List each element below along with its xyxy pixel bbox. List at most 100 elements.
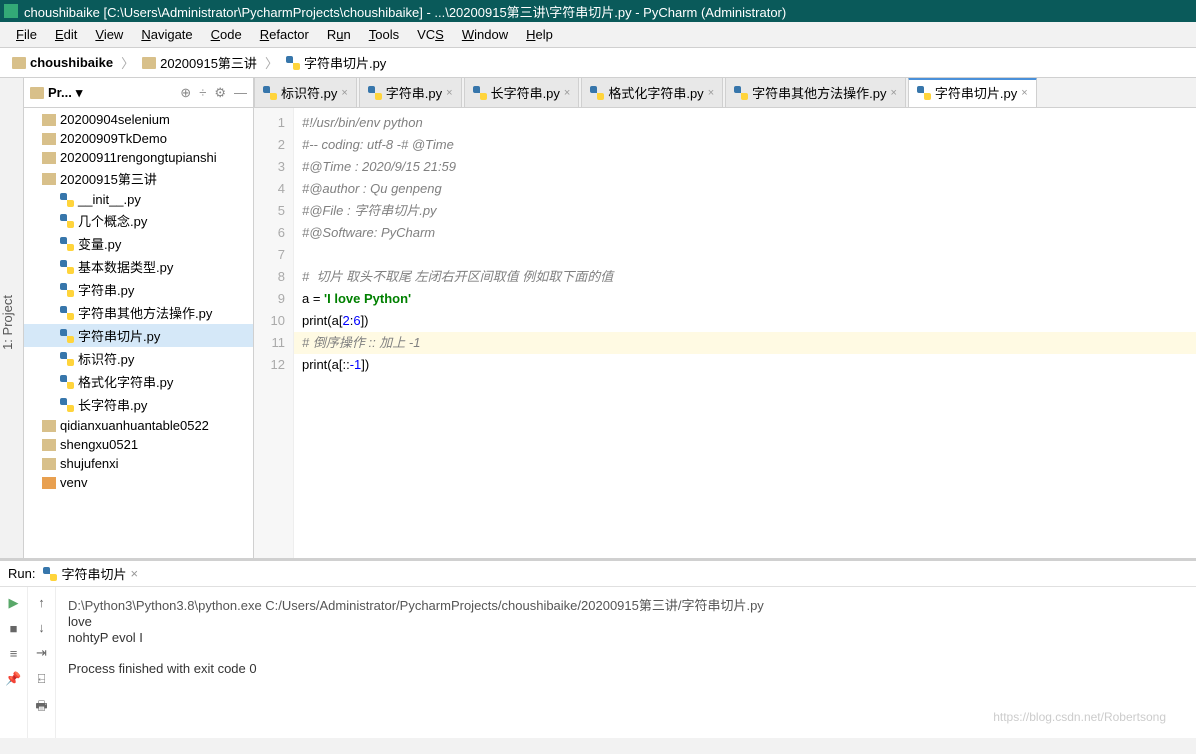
tree-node[interactable]: 20200909TkDemo bbox=[24, 129, 253, 148]
tree-label: 20200904selenium bbox=[60, 112, 170, 127]
tree-node[interactable]: 字符串.py bbox=[24, 278, 253, 301]
crumb-folder[interactable]: 20200915第三讲 bbox=[138, 51, 261, 74]
tree-node[interactable]: __init__.py bbox=[24, 190, 253, 209]
locate-icon[interactable]: ⊕ bbox=[180, 85, 191, 101]
run-tab[interactable]: 字符串切片 × bbox=[43, 564, 138, 583]
tree-node[interactable]: venv bbox=[24, 473, 253, 492]
folder-icon bbox=[42, 458, 56, 470]
export-icon[interactable]: ⍇ bbox=[38, 671, 46, 687]
tree-label: 20200915第三讲 bbox=[60, 169, 157, 188]
layout-icon[interactable]: ≡ bbox=[10, 646, 18, 661]
menu-bar: File Edit View Navigate Code Refactor Ru… bbox=[0, 22, 1196, 48]
folder-icon bbox=[42, 420, 56, 432]
menu-file[interactable]: File bbox=[8, 25, 45, 44]
close-icon[interactable]: × bbox=[341, 87, 347, 99]
source[interactable]: #!/usr/bin/env python #-- coding: utf-8 … bbox=[294, 108, 1196, 558]
project-tool-button[interactable]: 1: Project bbox=[0, 78, 24, 558]
tree-node[interactable]: 格式化字符串.py bbox=[24, 370, 253, 393]
tree-label: 长字符串.py bbox=[78, 395, 147, 414]
tree-node[interactable]: 几个概念.py bbox=[24, 209, 253, 232]
breadcrumb-bar: choushibaike 〉 20200915第三讲 〉 字符串切片.py bbox=[0, 48, 1196, 78]
tab-label: 字符串其他方法操作.py bbox=[752, 83, 886, 102]
collapse-icon[interactable]: ÷ bbox=[199, 85, 206, 101]
menu-code[interactable]: Code bbox=[203, 25, 250, 44]
tree-node[interactable]: 基本数据类型.py bbox=[24, 255, 253, 278]
tree-node[interactable]: qidianxuanhuantable0522 bbox=[24, 416, 253, 435]
tree-node[interactable]: shengxu0521 bbox=[24, 435, 253, 454]
tab-label: 标识符.py bbox=[281, 83, 337, 102]
settings-icon[interactable]: ⚙ bbox=[214, 85, 226, 101]
close-icon[interactable]: × bbox=[564, 87, 570, 99]
crumb-file[interactable]: 字符串切片.py bbox=[282, 51, 390, 74]
menu-refactor[interactable]: Refactor bbox=[252, 25, 317, 44]
project-tree[interactable]: 20200904selenium 20200909TkDemo20200911re… bbox=[24, 108, 253, 558]
python-icon bbox=[917, 86, 931, 100]
tree-label: 几个概念.py bbox=[78, 211, 147, 230]
tree-node[interactable]: 20200911rengongtupianshi bbox=[24, 148, 253, 167]
python-icon bbox=[286, 56, 300, 70]
close-icon[interactable]: × bbox=[890, 87, 896, 99]
print-icon[interactable]: 🖶 bbox=[35, 697, 47, 719]
code-editor[interactable]: 123456789101112 #!/usr/bin/env python #-… bbox=[254, 108, 1196, 558]
crumb-sep: 〉 bbox=[265, 53, 278, 72]
tree-label: __init__.py bbox=[78, 192, 141, 207]
tree-node[interactable]: 变量.py bbox=[24, 232, 253, 255]
tab-label: 长字符串.py bbox=[491, 83, 560, 102]
menu-run[interactable]: Run bbox=[319, 25, 359, 44]
main-area: 1: Project Pr... ▾ ⊕ ÷ ⚙ — 20200904selen… bbox=[0, 78, 1196, 558]
wrap-icon[interactable]: ⇥ bbox=[36, 645, 47, 661]
menu-vcs[interactable]: VCS bbox=[409, 25, 452, 44]
editor-tab[interactable]: 字符串.py× bbox=[359, 78, 462, 107]
editor-tab[interactable]: 格式化字符串.py× bbox=[581, 78, 723, 107]
down-icon[interactable]: ↓ bbox=[38, 620, 45, 635]
crumb-root[interactable]: choushibaike bbox=[8, 53, 117, 72]
python-icon bbox=[263, 86, 277, 100]
stop-icon[interactable]: ■ bbox=[10, 621, 18, 636]
tree-label: shengxu0521 bbox=[60, 437, 138, 452]
tree-node[interactable]: shujufenxi bbox=[24, 454, 253, 473]
menu-window[interactable]: Window bbox=[454, 25, 516, 44]
menu-view[interactable]: View bbox=[87, 25, 131, 44]
up-icon[interactable]: ↑ bbox=[38, 595, 45, 610]
tree-label: 标识符.py bbox=[78, 349, 134, 368]
folder-icon bbox=[12, 57, 26, 69]
folder-icon bbox=[42, 133, 56, 145]
tree-label: 基本数据类型.py bbox=[78, 257, 173, 276]
editor-tab[interactable]: 标识符.py × bbox=[254, 78, 357, 107]
tree-node[interactable]: 标识符.py bbox=[24, 347, 253, 370]
menu-help[interactable]: Help bbox=[518, 25, 561, 44]
folder-icon bbox=[142, 57, 156, 69]
rerun-icon[interactable]: ▶ bbox=[9, 595, 19, 611]
tree-label: 字符串其他方法操作.py bbox=[78, 303, 212, 322]
tree-node[interactable]: 20200915第三讲 bbox=[24, 167, 253, 190]
editor-tabs: 标识符.py×字符串.py×长字符串.py×格式化字符串.py×字符串其他方法操… bbox=[254, 78, 1196, 108]
hide-icon[interactable]: — bbox=[234, 85, 247, 101]
editor-tab[interactable]: 字符串其他方法操作.py × bbox=[725, 78, 906, 107]
python-icon bbox=[60, 283, 74, 297]
tree-label: 字符串切片.py bbox=[78, 326, 160, 345]
tree-node[interactable]: 长字符串.py bbox=[24, 393, 253, 416]
tree-node[interactable]: 20200904selenium bbox=[24, 110, 253, 129]
tree-label: 格式化字符串.py bbox=[78, 372, 173, 391]
close-icon[interactable]: × bbox=[708, 87, 714, 99]
watermark: https://blog.csdn.net/Robertsong bbox=[993, 710, 1166, 724]
python-icon bbox=[60, 306, 74, 320]
project-tools: ⊕ ÷ ⚙ — bbox=[180, 85, 247, 101]
run-toolbar-nav: ↑ ↓ ⇥ ⍇ 🖶 bbox=[28, 587, 56, 738]
python-icon bbox=[60, 329, 74, 343]
close-icon[interactable]: × bbox=[1021, 87, 1027, 99]
close-icon[interactable]: × bbox=[446, 87, 452, 99]
project-label[interactable]: Pr... ▾ bbox=[30, 85, 82, 101]
python-icon bbox=[473, 86, 487, 100]
editor-tab[interactable]: 字符串切片.py× bbox=[908, 78, 1037, 107]
tree-label: shujufenxi bbox=[60, 456, 119, 471]
menu-edit[interactable]: Edit bbox=[47, 25, 85, 44]
editor-tab[interactable]: 长字符串.py × bbox=[464, 78, 580, 107]
tree-node[interactable]: 字符串其他方法操作.py bbox=[24, 301, 253, 324]
tree-node[interactable]: 字符串切片.py bbox=[24, 324, 253, 347]
pin-icon[interactable]: 📌 bbox=[5, 671, 21, 687]
menu-navigate[interactable]: Navigate bbox=[133, 25, 200, 44]
python-icon bbox=[60, 398, 74, 412]
folder-icon bbox=[42, 173, 56, 185]
menu-tools[interactable]: Tools bbox=[361, 25, 407, 44]
